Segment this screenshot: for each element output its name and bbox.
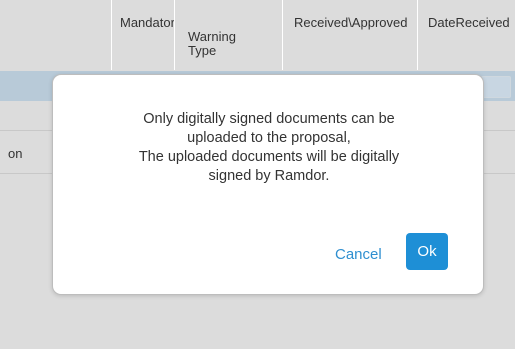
column-header-warning-type[interactable]: Warning Type [174,0,282,70]
filter-input[interactable] [481,76,511,98]
dialog-message-line: Only digitally signed documents can be [143,111,395,127]
column-header-received-approved[interactable]: Received\Approved [282,0,417,70]
dialog-message-line: The uploaded documents will be digitally [138,149,400,165]
ok-button[interactable]: Ok [406,233,448,270]
dialog-message: Only digitally signed documents can be u… [53,110,485,186]
cancel-button[interactable]: Cancel [335,242,382,266]
dialog-message-line: signed by Ramdor. [208,168,330,184]
column-header-date-received[interactable]: DateReceived [417,0,515,70]
confirm-dialog: Only digitally signed documents can be u… [52,74,484,295]
table-cell: on [8,146,23,161]
table-header: Mandatory Warning Type Received\Approved… [0,0,515,70]
column-header-mandatory[interactable]: Mandatory [111,0,174,70]
dialog-message-line: uploaded to the proposal, [187,130,351,146]
